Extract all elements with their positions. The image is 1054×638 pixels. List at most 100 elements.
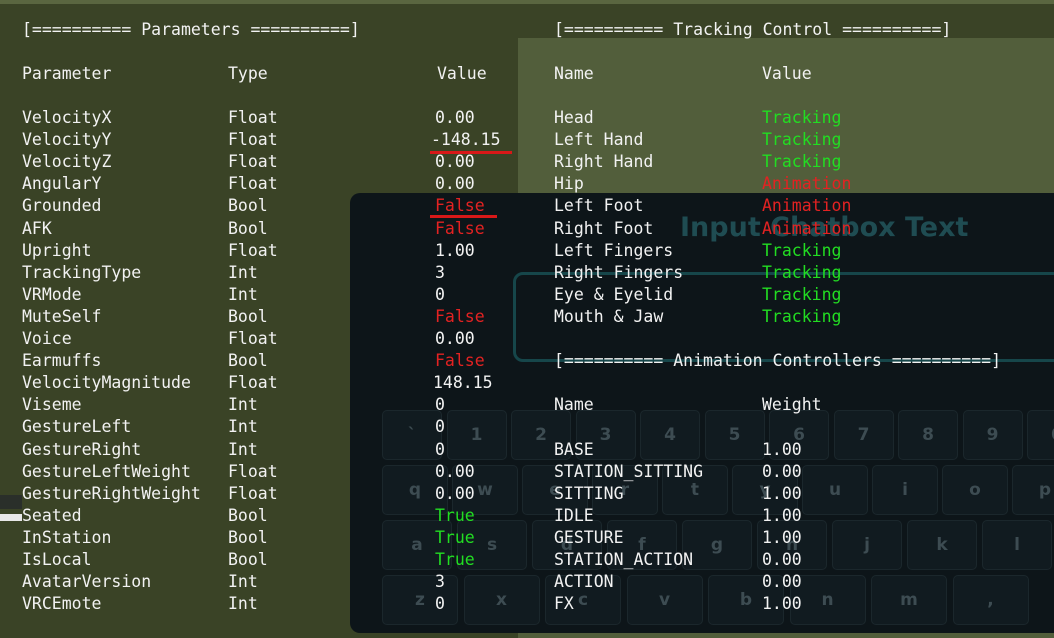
tracking-name: Right Foot xyxy=(554,218,654,238)
param-value: 0 xyxy=(435,594,445,614)
param-name: IsLocal xyxy=(22,550,92,569)
anim-controller-weight: 1.00 xyxy=(762,439,802,459)
anim-controller-name: GESTURE xyxy=(554,527,624,547)
key-j[interactable]: j xyxy=(832,520,902,570)
velocityy-underline xyxy=(430,151,512,154)
param-name: AvatarVersion xyxy=(22,572,152,592)
tracking-value: Tracking xyxy=(762,152,842,172)
param-name: MuteSelf xyxy=(22,306,102,326)
param-value: 0.00 xyxy=(435,152,475,172)
param-name: Earmuffs xyxy=(22,351,102,371)
param-name: GestureRight xyxy=(22,439,142,459)
key-o[interactable]: o xyxy=(942,465,1008,515)
param-name: TrackingType xyxy=(22,262,142,282)
param-type: Bool xyxy=(228,306,268,326)
param-name: AFK xyxy=(22,218,52,238)
key-i[interactable]: i xyxy=(872,465,938,515)
param-name: Grounded xyxy=(22,196,102,216)
anim-controller-weight: 1.00 xyxy=(762,483,802,503)
tracking-value: Tracking xyxy=(762,130,842,150)
key-9[interactable]: 9 xyxy=(962,410,1023,460)
param-value: True xyxy=(435,527,475,547)
side-handle xyxy=(0,495,22,509)
window-edge xyxy=(0,0,1054,4)
key-8[interactable]: 8 xyxy=(898,410,958,460)
key-u[interactable]: u xyxy=(802,465,868,515)
tracking-title: [========== Tracking Control ==========] xyxy=(554,20,952,39)
param-value: 1.00 xyxy=(435,240,475,260)
param-name: GestureLeft xyxy=(22,417,132,437)
key-k[interactable]: k xyxy=(907,520,977,570)
param-type: Int xyxy=(228,594,258,614)
tracking-value: Animation xyxy=(762,174,852,194)
param-name: AngularY xyxy=(22,174,102,194)
anim-controller-weight: 1.00 xyxy=(762,527,802,547)
param-name: InStation xyxy=(22,527,112,547)
anim-controller-weight: 0.00 xyxy=(762,550,802,569)
param-type: Float xyxy=(228,174,278,194)
param-name: VRMode xyxy=(22,284,82,304)
param-type: Float xyxy=(228,152,278,172)
param-type: Bool xyxy=(228,527,268,547)
tracking-value: Tracking xyxy=(762,240,842,260)
param-value: 0 xyxy=(435,284,445,304)
param-type: Float xyxy=(228,130,278,150)
key-l[interactable]: l xyxy=(982,520,1052,570)
param-value: 3 xyxy=(435,262,445,282)
key-0[interactable]: 0 xyxy=(1027,410,1054,460)
param-value: 0.00 xyxy=(435,461,475,481)
param-type: Int xyxy=(228,417,258,437)
anim-controller-name: BASE xyxy=(554,439,594,459)
header-value: Value xyxy=(437,64,487,83)
tracking-value: Tracking xyxy=(762,262,842,282)
tracking-name: Right Hand xyxy=(554,152,654,172)
tracking-name: Hip xyxy=(554,174,584,194)
param-name: Viseme xyxy=(22,395,82,415)
param-type: Bool xyxy=(228,196,268,216)
param-type: Float xyxy=(228,373,278,393)
param-type: Bool xyxy=(228,218,268,238)
anim-header-weight: Weight xyxy=(762,395,822,415)
animation-title: [========== Animation Controllers ======… xyxy=(554,351,1002,371)
key-5[interactable]: 5 xyxy=(704,410,765,460)
anim-header-name: Name xyxy=(554,395,594,415)
param-type: Bool xyxy=(228,351,268,371)
tracking-name: Eye & Eyelid xyxy=(554,284,674,304)
param-value: 0.00 xyxy=(435,108,475,127)
tracking-name: Head xyxy=(554,108,594,127)
header-parameter: Parameter xyxy=(22,64,112,83)
header-type: Type xyxy=(228,64,268,83)
tracking-name: Right Fingers xyxy=(554,262,684,282)
parameters-title: [========== Parameters ==========] xyxy=(22,20,360,39)
param-value: False xyxy=(435,196,485,216)
anim-controller-name: STATION_SITTING xyxy=(554,461,704,481)
key-1[interactable]: 1 xyxy=(446,410,507,460)
side-handle-highlight xyxy=(0,514,22,521)
param-value: True xyxy=(435,550,475,569)
param-name: VelocityY xyxy=(22,130,112,150)
key-7[interactable]: 7 xyxy=(833,410,894,460)
key-`[interactable]: ` xyxy=(382,410,442,460)
tracking-value: Tracking xyxy=(762,306,842,326)
param-value: 0.00 xyxy=(435,174,475,194)
key-p[interactable]: p xyxy=(1012,465,1054,515)
tracking-name: Left Fingers xyxy=(554,240,674,260)
param-value: -148.15 xyxy=(431,130,501,150)
anim-controller-name: ACTION xyxy=(554,572,614,592)
param-value: 0 xyxy=(435,439,445,459)
param-type: Float xyxy=(228,108,278,127)
anim-controller-weight: 1.00 xyxy=(762,505,802,525)
param-type: Bool xyxy=(228,505,268,525)
key-4[interactable]: 4 xyxy=(640,410,700,460)
tracking-value: Tracking xyxy=(762,108,842,127)
param-type: Float xyxy=(228,483,278,503)
param-name: VelocityZ xyxy=(22,152,112,172)
anim-controller-weight: 0.00 xyxy=(762,461,802,481)
tracking-value: Animation xyxy=(762,196,852,216)
tracking-value: Tracking xyxy=(762,284,842,304)
anim-controller-name: IDLE xyxy=(554,505,594,525)
param-name: Seated xyxy=(22,505,82,525)
param-type: Int xyxy=(228,439,258,459)
param-name: Voice xyxy=(22,329,72,348)
anim-controller-name: SITTING xyxy=(554,483,624,503)
